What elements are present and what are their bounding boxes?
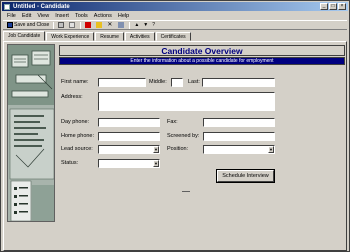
status-dropdown[interactable]: ▼ [98,159,160,168]
tab-activities[interactable]: Activities [124,32,155,41]
tab-strip: Job Candidate Work Experience Resume Act… [3,31,192,41]
candidate-form: Candidate Overview Enter the information… [3,41,347,251]
home-phone-label: Home phone: [61,133,95,139]
tab-job-candidate[interactable]: Job Candidate [3,31,46,41]
category-icon [96,22,103,28]
print-icon [58,22,65,28]
lead-source-dropdown[interactable]: ▼ [98,145,160,154]
categories-button[interactable] [95,21,104,29]
menu-bar: File Edit View Insert Tools Actions Help [3,12,129,20]
address-field[interactable] [98,92,275,111]
save-close-button[interactable]: Save and Close [6,21,50,29]
window-title: Untitled - Candidate [13,3,70,10]
last-name-label: Last: [188,79,200,85]
title-bar: Untitled - Candidate _ □ × [2,2,348,11]
position-label: Position: [167,146,189,152]
home-phone-field[interactable] [98,132,160,141]
tab-certificates[interactable]: Certificates [155,32,191,41]
flag-icon [85,22,92,28]
options-icon [118,22,125,28]
attach-button[interactable] [68,21,77,29]
day-phone-field[interactable] [98,118,160,127]
app-icon [4,3,10,10]
first-name-label: First name: [61,79,89,85]
fax-field[interactable] [203,118,275,127]
minimize-button[interactable]: _ [320,3,328,10]
address-label: Address: [61,94,83,100]
form-title: Candidate Overview [161,45,243,56]
decorative-sidebar-image [7,44,55,222]
down-arrow-icon: ▼ [143,22,149,28]
tab-work-experience[interactable]: Work Experience [46,32,95,41]
chevron-down-icon[interactable]: ▼ [153,146,159,153]
help-icon: ? [152,22,155,28]
toolbar-help-button[interactable]: ? [151,21,156,29]
form-instructions: Enter the information about a possible c… [130,58,274,64]
menu-file[interactable]: File [7,12,16,20]
sidebar-illustration [8,45,54,221]
delete-button[interactable]: ✕ [106,21,115,29]
tab-resume[interactable]: Resume [95,32,124,41]
menu-edit[interactable]: Edit [22,12,31,20]
screened-by-field[interactable] [203,132,275,141]
close-button[interactable]: × [338,3,346,10]
next-item-button[interactable]: ▼ [142,21,149,29]
form-subheader: Enter the information about a possible c… [59,57,345,65]
chevron-down-icon[interactable]: ▼ [268,146,274,153]
chevron-down-icon[interactable]: ▼ [153,160,159,167]
options-button[interactable] [117,21,126,29]
save-close-label: Save and Close [14,22,50,28]
form-divider [182,191,190,192]
toolbar: Save and Close ✕ ▲ ▼ ? [3,20,347,30]
form-header: Candidate Overview [59,45,345,56]
maximize-button[interactable]: □ [329,3,337,10]
previous-item-button[interactable]: ▲ [133,21,140,29]
toolbar-separator [80,21,82,29]
status-label: Status: [61,160,79,166]
menu-help[interactable]: Help [118,12,129,20]
candidate-window: Untitled - Candidate _ □ × File Edit Vie… [0,0,350,252]
toolbar-separator [129,21,131,29]
day-phone-label: Day phone: [61,119,90,125]
schedule-interview-button[interactable]: Schedule Interview [217,170,274,182]
toolbar-separator [53,21,55,29]
flag-button[interactable] [84,21,93,29]
middle-name-field[interactable] [171,78,183,87]
screened-by-label: Screened by: [167,133,200,139]
save-icon [7,22,13,28]
first-name-field[interactable] [98,78,146,87]
menu-insert[interactable]: Insert [55,12,69,20]
fax-label: Fax: [167,119,178,125]
last-name-field[interactable] [202,78,275,87]
menu-view[interactable]: View [37,12,49,20]
up-arrow-icon: ▲ [134,22,140,28]
lead-source-label: Lead source: [61,146,93,152]
middle-name-label: Middle: [149,79,167,85]
menu-actions[interactable]: Actions [94,12,112,20]
delete-icon: ✕ [107,22,113,28]
menu-tools[interactable]: Tools [75,12,88,20]
paperclip-icon [69,22,76,28]
position-dropdown[interactable]: ▼ [203,145,275,154]
print-button[interactable] [57,21,66,29]
